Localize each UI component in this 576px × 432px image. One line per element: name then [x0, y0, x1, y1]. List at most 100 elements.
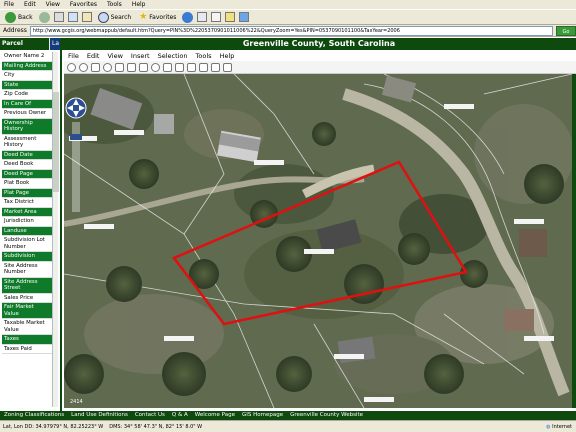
- print-icon[interactable]: [199, 62, 208, 72]
- address-label: Address: [3, 27, 27, 34]
- menu-help[interactable]: Help: [132, 0, 146, 9]
- link-welcome-page[interactable]: Welcome Page: [195, 411, 235, 420]
- star-icon: ★: [139, 12, 148, 22]
- stop-icon[interactable]: [53, 12, 64, 22]
- pan-icon[interactable]: [115, 62, 124, 72]
- link-zoning-classifications[interactable]: Zoning Classifications: [4, 411, 64, 420]
- map-toolbar: [64, 61, 576, 74]
- back-arrow-icon: [5, 11, 16, 23]
- field-item[interactable]: Mailing Address: [2, 61, 52, 71]
- aerial-map[interactable]: 2414: [64, 74, 572, 408]
- field-item[interactable]: Site Address Number: [2, 262, 52, 278]
- address-input[interactable]: http://www.gcgis.org/webmappub/default.h…: [29, 25, 553, 36]
- link-land-use-definitions[interactable]: Land Use Definitions: [71, 411, 128, 420]
- back-extent-icon[interactable]: [127, 62, 136, 72]
- menu-file[interactable]: File: [4, 0, 14, 9]
- mail-icon[interactable]: [197, 12, 208, 22]
- map-menu-tools[interactable]: Tools: [196, 51, 212, 61]
- field-item[interactable]: Subdivision Lot Number: [2, 236, 52, 252]
- forward-arrow-icon[interactable]: [38, 11, 50, 23]
- field-list: Owner Name 2 Mailing Address City State Zip …: [2, 52, 52, 407]
- go-button[interactable]: Go: [556, 25, 576, 36]
- messenger-icon[interactable]: [239, 12, 250, 22]
- zoom-in-icon[interactable]: [67, 62, 76, 72]
- field-item[interactable]: City: [2, 71, 52, 81]
- map-menu-insert[interactable]: Insert: [131, 51, 150, 61]
- search-button[interactable]: Search: [96, 11, 134, 24]
- browser-window: File Edit View Favorites Tools Help Back…: [0, 0, 576, 432]
- map-menu-selection[interactable]: Selection: [158, 51, 188, 61]
- pan-compass-icon: [65, 97, 87, 119]
- field-item[interactable]: Tax District: [2, 198, 52, 208]
- globe-icon[interactable]: [103, 62, 112, 72]
- field-item[interactable]: Deed Book: [2, 160, 52, 170]
- field-item[interactable]: Plat Page: [2, 188, 52, 198]
- address-bar: Address http://www.gcgis.org/webmappub/d…: [0, 25, 576, 37]
- map-right-edge: [572, 74, 576, 408]
- link-gis-homepage[interactable]: GIS Homepage: [242, 411, 283, 420]
- link-county-website[interactable]: Greenville County Website: [290, 411, 363, 420]
- field-item[interactable]: Owner Name 2: [2, 52, 52, 62]
- field-item[interactable]: Deed Date: [2, 150, 52, 160]
- parcel-panel: Parcel Search La Owner Name 2 Mailing Add…: [0, 38, 62, 411]
- footer-links: Zoning Classifications Land Use Definiti…: [0, 411, 576, 420]
- identify-icon[interactable]: [151, 62, 160, 72]
- field-item[interactable]: Assessment History: [2, 135, 52, 151]
- field-item[interactable]: Zip Code: [2, 90, 52, 100]
- map-menubar: File Edit View Insert Selection Tools He…: [64, 51, 576, 61]
- globe-icon: ◍: [546, 423, 551, 430]
- map-menu-view[interactable]: View: [107, 51, 122, 61]
- buffer-icon[interactable]: [187, 62, 196, 72]
- field-item[interactable]: Deed Page: [2, 169, 52, 179]
- map-menu-edit[interactable]: Edit: [87, 51, 100, 61]
- menu-view[interactable]: View: [46, 0, 60, 9]
- zoom-box-icon[interactable]: [91, 62, 100, 72]
- map-menu-help[interactable]: Help: [220, 51, 235, 61]
- measure-icon[interactable]: [175, 62, 184, 72]
- menu-tools[interactable]: Tools: [107, 0, 122, 9]
- browser-toolbar: Back Search ★ Favorites: [0, 9, 576, 25]
- select-icon[interactable]: [163, 62, 172, 72]
- field-item[interactable]: Sales Price: [2, 294, 52, 303]
- help-icon[interactable]: [223, 62, 232, 72]
- panel-scrollbar[interactable]: [52, 52, 59, 407]
- back-button[interactable]: Back: [3, 11, 35, 24]
- field-item[interactable]: In Care Of: [2, 99, 52, 109]
- link-q-and-a[interactable]: Q & A: [172, 411, 188, 420]
- status-bar: Lat, Lon DD: 34.97979° N, 82.25223° W DM…: [0, 420, 576, 432]
- menu-edit[interactable]: Edit: [24, 0, 36, 9]
- page-title: Greenville County, South Carolina: [62, 38, 576, 50]
- folder-icon[interactable]: [225, 12, 236, 22]
- menu-favorites[interactable]: Favorites: [70, 0, 97, 9]
- refresh-icon[interactable]: [67, 12, 78, 22]
- map-menu-file[interactable]: File: [68, 51, 79, 61]
- clear-selection-icon[interactable]: [211, 62, 220, 72]
- favorites-button[interactable]: ★ Favorites: [137, 11, 178, 24]
- field-item[interactable]: Landuse: [2, 226, 52, 236]
- link-contact-us[interactable]: Contact Us: [135, 411, 165, 420]
- field-item[interactable]: Ownership History: [2, 118, 52, 135]
- tab-parcel-search[interactable]: Parcel Search: [0, 38, 49, 59]
- dms-readout: DMS: 34° 58' 47.3" N, 82° 15' 8.0" W: [109, 423, 203, 430]
- field-item[interactable]: State: [2, 80, 52, 90]
- field-item[interactable]: Fair Market Value: [2, 303, 52, 319]
- field-item[interactable]: Subdivision: [2, 252, 52, 262]
- coords-readout: Lat, Lon DD: 34.97979° N, 82.25223° W: [3, 423, 104, 430]
- field-item[interactable]: Taxable Market Value: [2, 319, 52, 335]
- media-icon[interactable]: [182, 11, 194, 23]
- field-item[interactable]: Taxes: [2, 335, 52, 345]
- security-zone: ◍ Internet: [546, 423, 572, 430]
- field-item[interactable]: Previous Owner: [2, 109, 52, 119]
- field-item[interactable]: Market Area: [2, 207, 52, 217]
- scrollbar-thumb[interactable]: [53, 92, 59, 192]
- field-item[interactable]: Taxes Paid: [2, 345, 52, 354]
- field-item[interactable]: Plat Book: [2, 179, 52, 189]
- zoom-out-icon[interactable]: [79, 62, 88, 72]
- forward-extent-icon[interactable]: [139, 62, 148, 72]
- home-icon[interactable]: [81, 12, 92, 22]
- field-item[interactable]: Jurisdiction: [2, 217, 52, 227]
- scale-bar: 2414: [70, 399, 83, 405]
- print-icon[interactable]: [211, 12, 222, 22]
- field-item[interactable]: Site Address Street: [2, 277, 52, 294]
- tab-layers[interactable]: La: [50, 38, 60, 50]
